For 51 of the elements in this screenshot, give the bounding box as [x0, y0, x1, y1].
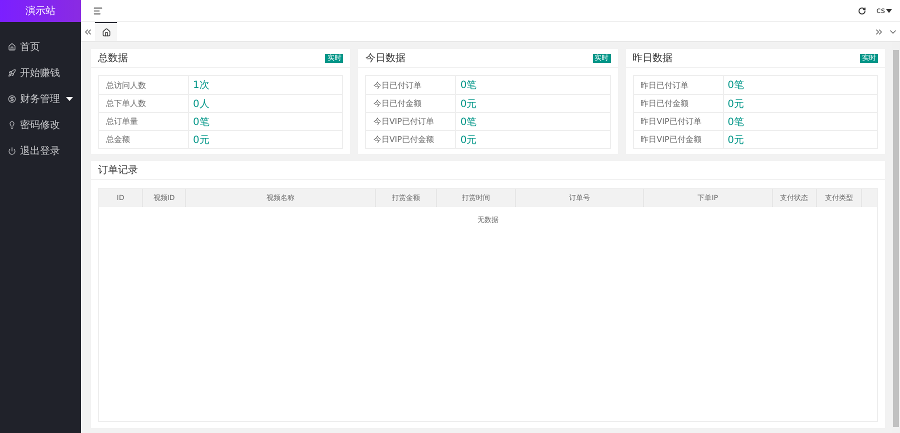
stat-value: 0元 — [192, 134, 210, 148]
coin-icon — [8, 95, 16, 103]
home-tab[interactable] — [95, 22, 117, 41]
home-icon — [8, 43, 16, 51]
stat-value: 0笔 — [459, 79, 478, 93]
card-title: 总数据 — [98, 52, 128, 65]
stat-label: 总订单量 — [99, 113, 189, 130]
caret-icon — [886, 8, 892, 12]
stat-label: 昨日已付订单 — [634, 76, 724, 94]
menu-icon[interactable] — [93, 6, 103, 16]
sidebar-item[interactable]: 财务管理 — [0, 86, 81, 112]
stat-label: 今日已付订单 — [366, 76, 456, 94]
stat-value: 1次 — [192, 79, 210, 93]
sidebar-item[interactable]: 退出登录 — [0, 138, 81, 164]
user-menu[interactable]: cs — [876, 6, 892, 15]
sidebar-item[interactable]: 开始赚钱 — [0, 60, 81, 86]
scrollbar-thumb[interactable] — [893, 50, 899, 427]
sidebar-label: 开始赚钱 — [20, 66, 61, 80]
stat-value: 0笔 — [726, 79, 746, 93]
sidebar-item[interactable]: 密码修改 — [0, 112, 81, 138]
sidebar-label: 密码修改 — [20, 118, 61, 132]
sidebar-label: 退出登录 — [20, 144, 61, 158]
refresh-icon[interactable] — [858, 6, 866, 14]
stat-label: 总下单人数 — [99, 95, 189, 112]
sidebar-item[interactable]: 首页 — [0, 34, 81, 60]
stat-value: 0笔 — [459, 116, 478, 130]
stat-label: 昨日已付金额 — [634, 95, 724, 112]
stat-value: 0笔 — [192, 116, 210, 130]
stat-value: 0元 — [459, 98, 478, 112]
sidebar-label: 首页 — [20, 41, 41, 54]
lightbulb-icon — [8, 121, 16, 129]
stat-value: 0人 — [192, 98, 210, 112]
sidebar-label: 财务管理 — [20, 92, 61, 106]
card-title: 今日数据 — [365, 52, 406, 65]
stat-label: 今日已付金额 — [366, 95, 456, 112]
stat-value: 0笔 — [726, 116, 746, 130]
stat-label: 昨日VIP已付订单 — [634, 113, 724, 130]
stat-label: 总金额 — [99, 131, 189, 148]
card-title: 订单记录 — [98, 164, 138, 177]
stat-label: 今日VIP已付金额 — [366, 131, 456, 148]
card-title: 昨日数据 — [632, 52, 673, 65]
power-icon — [8, 147, 16, 155]
stat-label: 昨日VIP已付金额 — [634, 131, 724, 148]
stat-value: 0元 — [726, 134, 746, 148]
stat-label: 今日VIP已付订单 — [366, 113, 456, 130]
rocket-icon — [8, 69, 16, 77]
stat-value: 0元 — [459, 134, 478, 148]
stat-value: 0元 — [726, 98, 746, 112]
site-logo: 演示站 — [0, 0, 81, 22]
home-icon — [102, 28, 110, 36]
stat-label: 总访问人数 — [99, 76, 189, 94]
